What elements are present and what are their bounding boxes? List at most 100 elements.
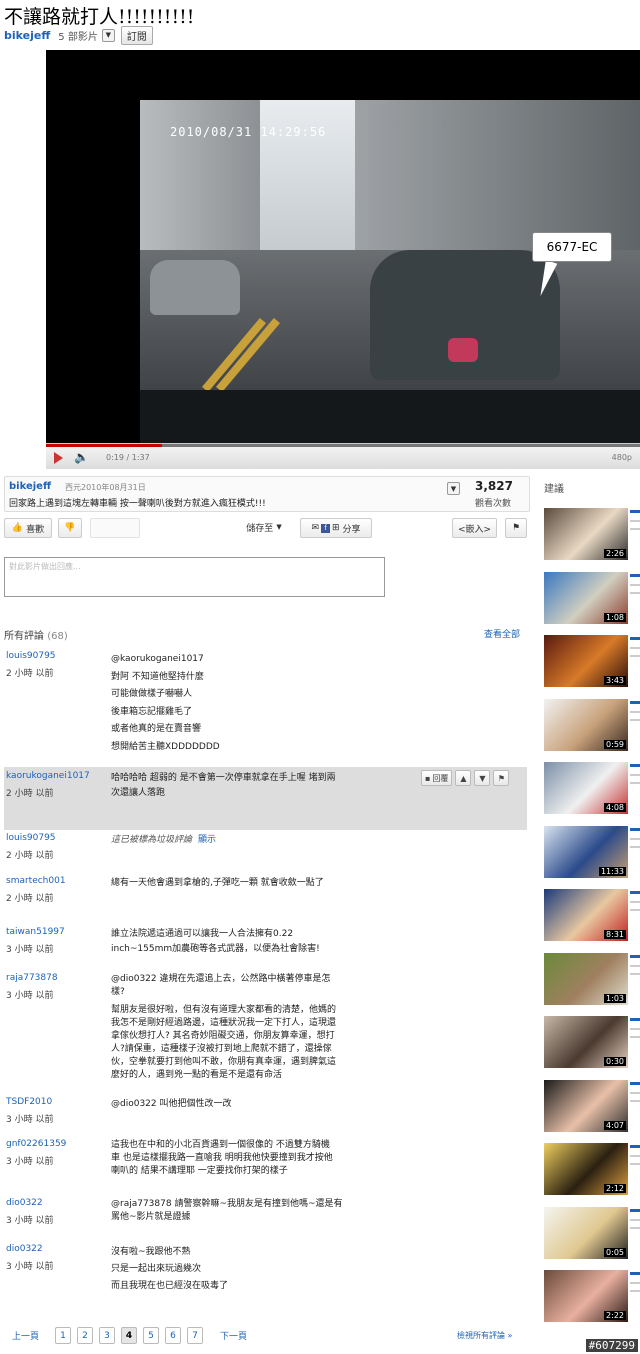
chevron-down-icon: ▼ (450, 484, 457, 493)
progress-bar[interactable] (46, 444, 640, 447)
comment-author[interactable]: louis90795 (6, 651, 56, 661)
suggested-video-title-truncated[interactable] (630, 573, 640, 624)
prev-page-link[interactable]: 上一頁 (12, 1329, 39, 1342)
suggested-video-title-truncated[interactable] (630, 510, 640, 560)
page-link-1[interactable]: 1 (55, 1327, 71, 1344)
suggested-video-title-truncated[interactable] (630, 1208, 640, 1259)
suggested-video-title-truncated[interactable] (630, 827, 640, 878)
player-controls: 🔈 0:19 / 1:37 480p (46, 443, 640, 469)
uploader-link[interactable]: bikejeff (9, 481, 51, 492)
suggested-video-title-truncated[interactable] (630, 1018, 640, 1068)
suggested-video-thumbnail[interactable]: 4:08 (544, 762, 628, 814)
play-icon[interactable] (54, 452, 63, 464)
comment-body: 沒有啦~我跟他不熟 只是一起出來玩過幾次 而且我現在也已經沒在吸毒了 (111, 1244, 411, 1295)
channel-name-link[interactable]: bikejeff (4, 29, 50, 42)
comment-author[interactable]: gnf02261359 (6, 1139, 66, 1149)
video-player[interactable]: 2010/08/31 14:29:56 6677-EC (46, 50, 640, 464)
embed-button[interactable]: <嵌入> (452, 518, 497, 538)
page-link-7[interactable]: 7 (187, 1327, 203, 1344)
comment-body: 這我也在中和的小北百貨遇到一個很像的 不過雙方騎機 車 也是這樣擺我路一直嗆我 … (111, 1139, 411, 1178)
suggested-video[interactable]: 0:30 (544, 1016, 640, 1074)
comment-line: 只是一起出來玩過幾次 (111, 1264, 202, 1274)
page-link-3[interactable]: 3 (99, 1327, 115, 1344)
suggested-video[interactable]: 3:43 (544, 635, 640, 693)
page-link-6[interactable]: 6 (165, 1327, 181, 1344)
channel-dropdown-button[interactable]: ▼ (101, 28, 115, 42)
next-page-link[interactable]: 下一頁 (220, 1329, 247, 1342)
comment-time: 3 小時 以前 (6, 1115, 54, 1125)
comment-author[interactable]: dio0322 (6, 1244, 43, 1254)
suggested-video-thumbnail[interactable]: 3:43 (544, 635, 628, 687)
comment-flag-button[interactable]: ⚑ (493, 770, 510, 786)
save-label: 儲存至 (246, 523, 274, 534)
comment-author[interactable]: kaorukoganei1017 (6, 771, 90, 781)
view-all-comments-link[interactable]: 檢視所有評論 » (457, 1330, 512, 1341)
suggested-video-title-truncated[interactable] (630, 1081, 640, 1132)
comment-author[interactable]: smartech001 (6, 876, 66, 886)
suggested-video[interactable]: 1:08 (544, 571, 640, 630)
comment-like-button[interactable]: ▲ (455, 770, 472, 786)
suggested-video-title-truncated[interactable] (630, 764, 640, 814)
suggested-video-thumbnail[interactable]: 0:05 (544, 1206, 628, 1259)
suggested-video-title-truncated[interactable] (630, 954, 640, 1005)
page-link-5[interactable]: 5 (143, 1327, 159, 1344)
suggested-video-title-truncated[interactable] (630, 637, 640, 687)
suggested-video-thumbnail[interactable]: 2:12 (544, 1143, 628, 1195)
suggested-video-title-truncated[interactable] (630, 891, 640, 941)
suggested-video[interactable]: 4:07 (544, 1079, 640, 1138)
suggested-video[interactable]: 11:33 (544, 825, 640, 884)
comments-header: 所有評論 (68) (4, 627, 68, 642)
suggested-video[interactable]: 0:59 (544, 698, 640, 757)
like-button[interactable]: 👍 喜歡 (4, 518, 52, 538)
suggested-video-duration: 4:07 (604, 1120, 626, 1130)
volume-icon[interactable]: 🔈 (74, 450, 89, 464)
share-button[interactable]: ✉ f ⊞ 分享 (300, 518, 372, 538)
video-info-bar: bikejeff 西元2010年08月31日 回家路上遇到這塊左轉車輛 按一聲喇… (4, 476, 530, 512)
suggested-video[interactable]: 2:22 (544, 1270, 640, 1328)
view-all-link[interactable]: 查看全部 (484, 627, 520, 640)
comment-line: @kaorukoganei1017 (111, 654, 204, 664)
suggested-video-thumbnail[interactable]: 1:03 (544, 952, 628, 1005)
subscribe-button[interactable]: 訂閱 (120, 25, 153, 45)
comment-author[interactable]: taiwan51997 (6, 927, 65, 937)
rating-placeholder (90, 518, 140, 538)
suggested-video-thumbnail[interactable]: 11:33 (544, 825, 628, 878)
reply-button[interactable]: ▪ 回覆 (421, 770, 453, 786)
comment-dislike-button[interactable]: ▼ (474, 770, 491, 786)
pagination: 上一頁 1 2 3 4 5 6 7 下一頁 檢視所有評論 » (12, 1327, 532, 1345)
more-info-button[interactable]: ▼ (447, 482, 460, 495)
suggested-video-title-truncated[interactable] (630, 1272, 640, 1322)
suggested-video[interactable]: 2:26 (544, 508, 640, 566)
page-link-current: 4 (121, 1327, 137, 1344)
suggested-video-thumbnail[interactable]: 0:30 (544, 1016, 628, 1068)
comment-time: 3 小時 以前 (6, 1262, 54, 1272)
suggested-video-thumbnail[interactable]: 4:07 (544, 1079, 628, 1132)
suggested-video[interactable]: 4:08 (544, 762, 640, 820)
suggested-video-thumbnail[interactable]: 8:31 (544, 889, 628, 941)
suggested-video[interactable]: 2:12 (544, 1143, 640, 1201)
suggested-video[interactable]: 8:31 (544, 889, 640, 947)
video-frame[interactable]: 2010/08/31 14:29:56 6677-EC (140, 100, 640, 445)
plate-callout: 6677-EC (532, 232, 612, 262)
suggested-video[interactable]: 1:03 (544, 952, 640, 1011)
page-link-2[interactable]: 2 (77, 1327, 93, 1344)
suggested-video-thumbnail[interactable]: 1:08 (544, 571, 628, 624)
dislike-button[interactable]: 👎 (58, 518, 82, 538)
quality-selector[interactable]: 480p (612, 453, 632, 462)
suggested-video-thumbnail[interactable]: 0:59 (544, 698, 628, 751)
comment-author[interactable]: TSDF2010 (6, 1097, 52, 1107)
suggested-video-title-truncated[interactable] (630, 1145, 640, 1195)
comment-line: 麼好的人，遇到兇一點的看是不是還有命活 (111, 1070, 283, 1080)
flag-button[interactable]: ⚑ (505, 518, 527, 538)
comment-input[interactable]: 對此影片做出回應... (4, 557, 385, 597)
save-to-button[interactable]: 儲存至 ▼ (236, 517, 292, 537)
suggested-video-title-truncated[interactable] (630, 700, 640, 751)
suggested-video-thumbnail[interactable]: 2:26 (544, 508, 628, 560)
comment-author[interactable]: louis90795 (6, 833, 56, 843)
suggested-video[interactable]: 0:05 (544, 1206, 640, 1265)
show-comment-link[interactable]: 顯示 (198, 835, 216, 845)
suggested-video-duration: 0:59 (604, 739, 626, 749)
suggested-video-thumbnail[interactable]: 2:22 (544, 1270, 628, 1322)
comment-author[interactable]: raja773878 (6, 973, 58, 983)
comment-author[interactable]: dio0322 (6, 1198, 43, 1208)
